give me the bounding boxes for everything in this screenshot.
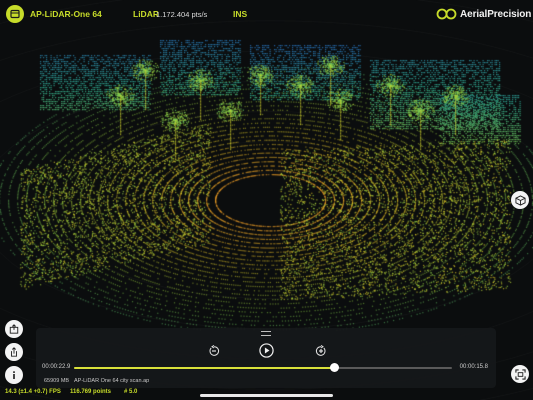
export-icon [9, 324, 19, 334]
play-icon [258, 342, 274, 358]
device-name[interactable]: AP-LiDAR-One 64 [30, 9, 102, 19]
forward-button[interactable] [314, 344, 328, 358]
share-icon [11, 347, 17, 357]
brand-name: AerialPrecision [460, 8, 532, 20]
aerialprecision-logo [436, 8, 457, 20]
panel-drag-handle[interactable] [261, 331, 271, 336]
info-button[interactable] [5, 366, 23, 384]
cube-icon [514, 194, 526, 206]
file-name: AP-LiDAR One 64 city scan.ap [74, 378, 150, 384]
rewind-icon [209, 345, 220, 356]
view-cube-button[interactable] [511, 191, 529, 209]
export-button[interactable] [5, 320, 23, 338]
timeline-progress [74, 367, 335, 369]
lidar-point-rate: 1.172.404 pts/s [156, 9, 208, 19]
frame-number: # 5.0 [124, 389, 138, 395]
timeline-slider[interactable] [74, 363, 452, 372]
top-bar: AP-LiDAR-One 64 LiDAR 1.172.404 pts/s IN… [0, 0, 533, 30]
end-time: 00:00:15.8 [459, 364, 488, 370]
brand: AerialPrecision [436, 6, 531, 22]
home-indicator[interactable] [200, 394, 333, 397]
points-count: 116.769 points [70, 389, 112, 395]
forward-icon [315, 345, 326, 356]
capture-button[interactable] [511, 365, 529, 383]
ins-status-label: INS [233, 9, 248, 19]
play-button[interactable] [258, 342, 274, 358]
fps-readout: 14.3 (±1.4 +0.7) FPS [5, 389, 61, 395]
info-icon [13, 371, 15, 379]
share-button[interactable] [5, 343, 23, 361]
file-size: 65909 MB [44, 378, 70, 384]
screenshot-icon [514, 368, 526, 380]
rewind-button[interactable] [207, 344, 221, 358]
playback-panel: 00:00:22.9 00:00:15.8 65909 MB AP-LiDAR … [36, 328, 496, 388]
status-bar: 14.3 (±1.4 +0.7) FPS 116.769 points # 5.… [0, 386, 533, 400]
timeline-thumb[interactable] [330, 363, 340, 372]
current-time: 00:00:22.9 [42, 364, 71, 370]
lidar-device-icon[interactable] [6, 5, 24, 23]
